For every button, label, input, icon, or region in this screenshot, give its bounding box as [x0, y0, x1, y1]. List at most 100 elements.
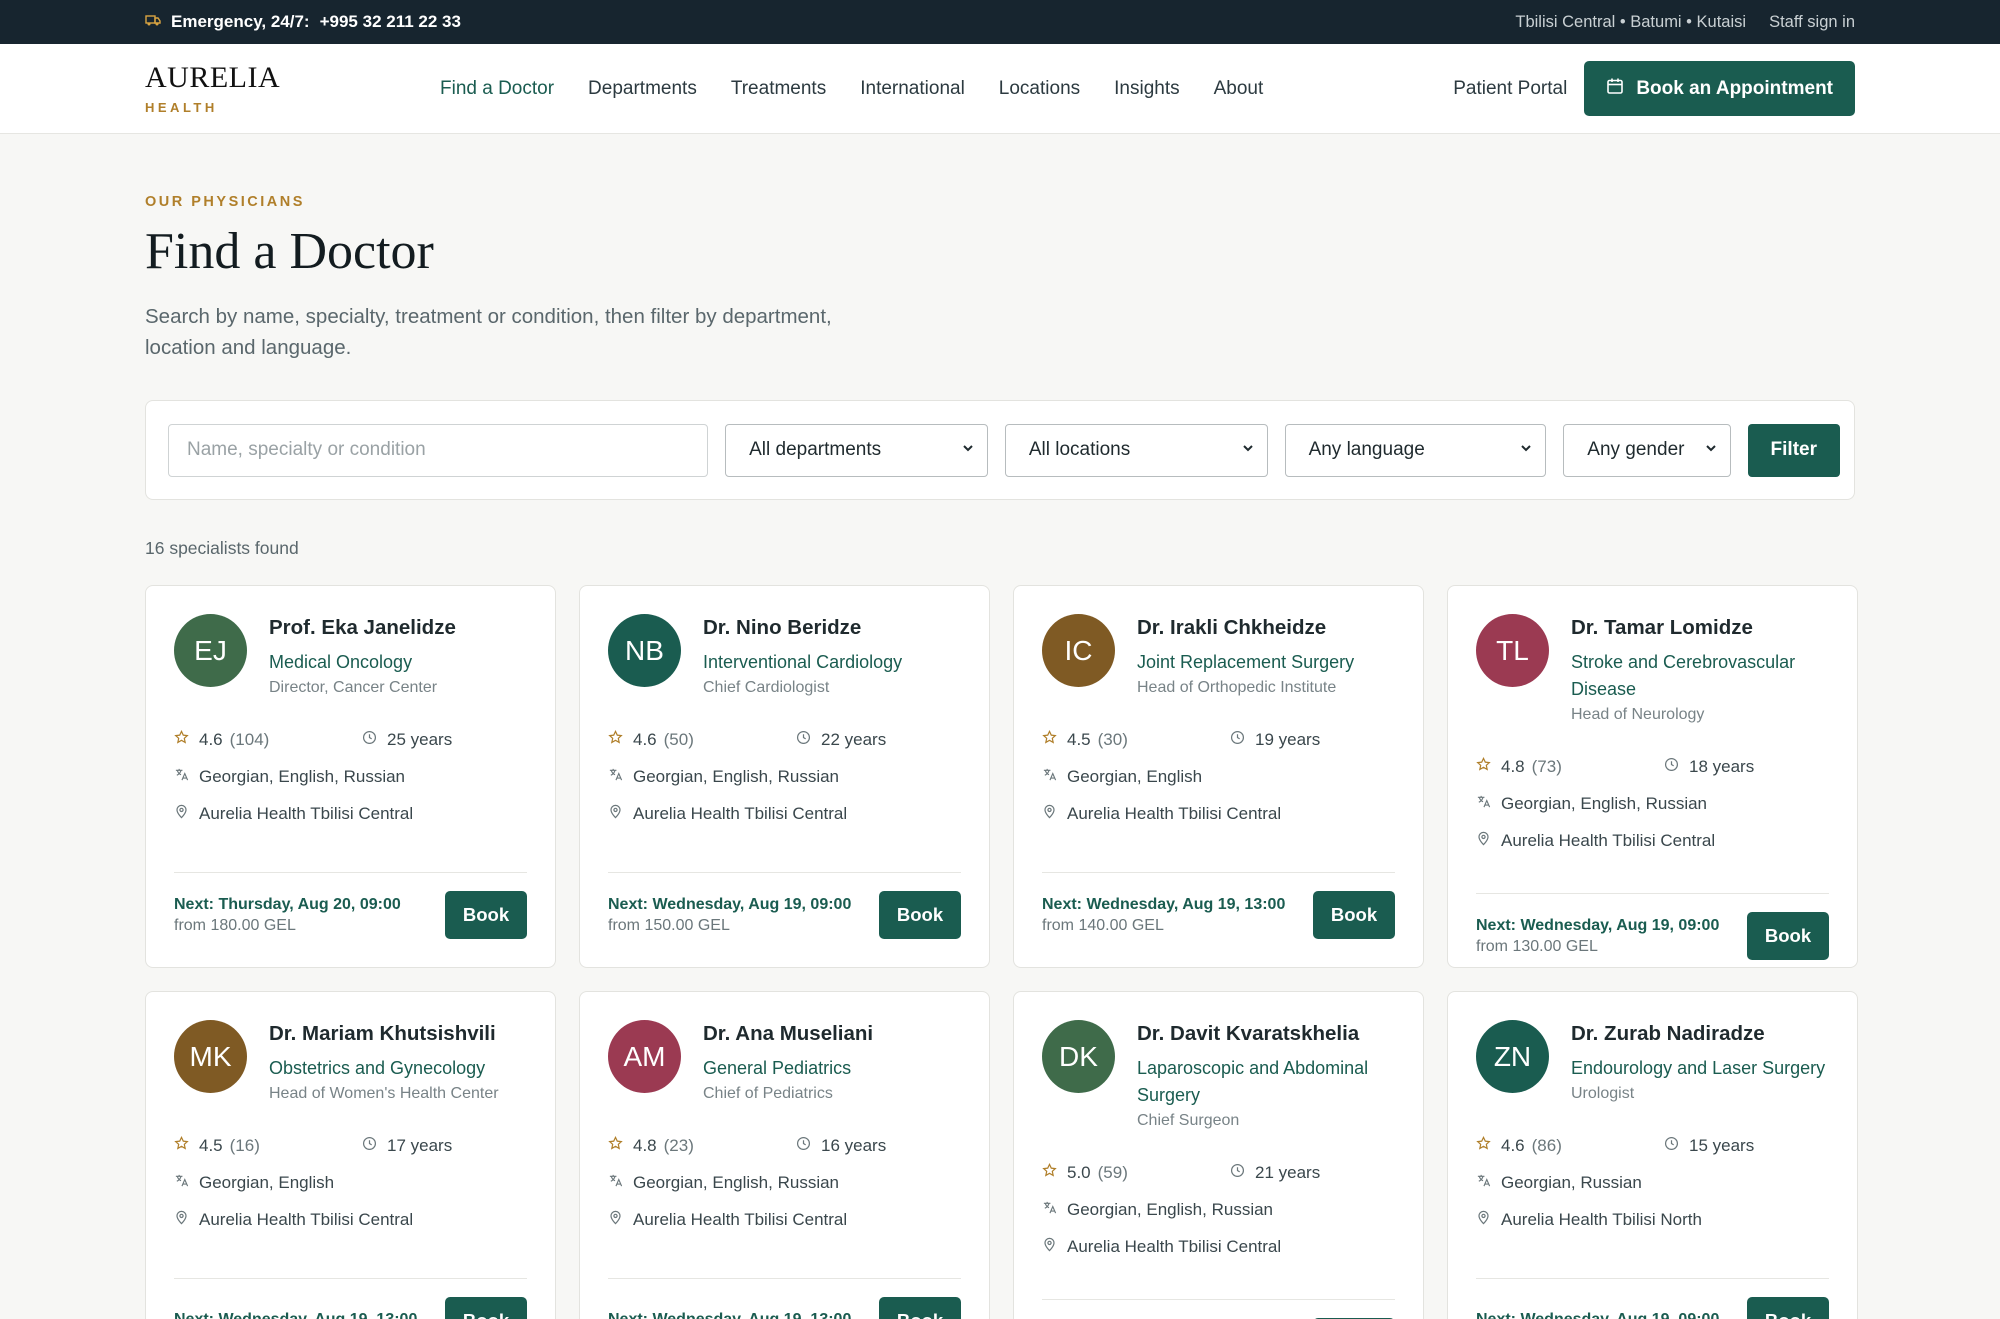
language-select[interactable]: Any language — [1284, 423, 1547, 477]
emergency-info: Emergency, 24/7: +995 32 211 22 33 — [145, 12, 461, 33]
doctor-location: Aurelia Health Tbilisi Central — [1067, 1236, 1282, 1256]
experience: 21 years — [1255, 1162, 1321, 1182]
emergency-label: Emergency, 24/7: — [171, 12, 310, 31]
doctor-specialty: Interventional Cardiology — [703, 652, 903, 672]
avatar-initials: MK — [189, 1040, 232, 1072]
doctor-card[interactable]: TL Dr. Tamar Lomidze Stroke and Cerebrov… — [1447, 585, 1858, 968]
next-availability: Next: Wednesday, Aug 19, 09:00 — [1476, 1310, 1720, 1319]
avatar: AM — [608, 1020, 681, 1093]
avatar: IC — [1042, 614, 1115, 687]
gender-select-value: Any gender — [1587, 439, 1685, 460]
doctor-name[interactable]: Dr. Mariam Khutsishvili — [269, 1022, 499, 1046]
map-pin-icon — [1476, 831, 1501, 851]
doctor-card[interactable]: EJ Prof. Eka Janelidze Medical Oncology … — [145, 585, 556, 968]
nav-locations[interactable]: Locations — [999, 78, 1080, 100]
logo[interactable]: AURELIA HEALTH — [145, 60, 440, 115]
doctor-location: Aurelia Health Tbilisi Central — [199, 1209, 414, 1229]
avatar-initials: AM — [623, 1040, 666, 1072]
staff-sign-in-link[interactable]: Staff sign in — [1769, 13, 1855, 32]
gender-select[interactable]: Any gender — [1563, 423, 1731, 477]
book-button[interactable]: Book — [1747, 1297, 1829, 1319]
page-description: Search by name, specialty, treatment or … — [145, 305, 832, 359]
experience: 17 years — [387, 1135, 453, 1155]
clock-icon — [1664, 1136, 1689, 1156]
locations-list[interactable]: Tbilisi Central • Batumi • Kutaisi — [1515, 13, 1746, 32]
doctor-card[interactable]: ZN Dr. Zurab Nadiradze Endourology and L… — [1447, 991, 1858, 1319]
doctor-name[interactable]: Dr. Irakli Chkheidze — [1137, 616, 1354, 640]
experience: 18 years — [1689, 756, 1755, 776]
main-content: OUR PHYSICIANS Find a Doctor Search by n… — [0, 194, 2000, 1319]
filter-button[interactable]: Filter — [1747, 423, 1840, 477]
emergency-phone[interactable]: +995 32 211 22 33 — [320, 12, 461, 32]
star-icon — [608, 1135, 633, 1156]
avatar: MK — [174, 1020, 247, 1093]
price: from 150.00 GEL — [608, 916, 730, 934]
doctor-role: Chief Cardiologist — [703, 679, 830, 696]
site-header: AURELIA HEALTH Find a Doctor Departments… — [0, 44, 2000, 134]
doctor-card[interactable]: NB Dr. Nino Beridze Interventional Cardi… — [579, 585, 990, 968]
doctor-location: Aurelia Health Tbilisi Central — [633, 1209, 848, 1229]
patient-portal-link[interactable]: Patient Portal — [1453, 78, 1567, 100]
nav-treatments[interactable]: Treatments — [731, 78, 826, 100]
translate-icon — [174, 767, 199, 787]
search-input[interactable]: Name, specialty or condition — [168, 423, 709, 477]
doctor-role: Head of Orthopedic Institute — [1137, 679, 1337, 696]
ambulance-icon — [145, 12, 161, 33]
logo-name: AURELIA — [145, 60, 281, 94]
nav-about[interactable]: About — [1214, 78, 1264, 100]
avatar: ZN — [1476, 1020, 1549, 1093]
languages: Georgian, English — [199, 1172, 335, 1192]
nav-find-a-doctor[interactable]: Find a Doctor — [440, 78, 554, 100]
review-count: (30) — [1097, 729, 1128, 749]
main-nav: Find a Doctor Departments Treatments Int… — [440, 78, 1263, 100]
book-button[interactable]: Book — [1313, 891, 1395, 939]
avatar: DK — [1042, 1020, 1115, 1093]
rating-value: 4.8 — [633, 1135, 657, 1155]
doctor-name[interactable]: Dr. Nino Beridze — [703, 616, 902, 640]
map-pin-icon — [174, 804, 199, 824]
doctor-card[interactable]: MK Dr. Mariam Khutsishvili Obstetrics an… — [145, 991, 556, 1319]
doctor-name[interactable]: Prof. Eka Janelidze — [269, 616, 456, 640]
star-icon — [1476, 1135, 1501, 1156]
book-button[interactable]: Book — [1747, 912, 1829, 960]
doctor-card[interactable]: IC Dr. Irakli Chkheidze Joint Replacemen… — [1013, 585, 1424, 968]
translate-icon — [174, 1173, 199, 1193]
avatar-initials: EJ — [194, 634, 227, 666]
book-button[interactable]: Book — [445, 1297, 527, 1319]
clock-icon — [1230, 730, 1255, 750]
doctor-specialty: Endourology and Laser Surgery — [1571, 1058, 1826, 1078]
next-availability: Next: Wednesday, Aug 19, 13:00 — [608, 1310, 852, 1319]
clock-icon — [1230, 1163, 1255, 1183]
nav-departments[interactable]: Departments — [588, 78, 697, 100]
map-pin-icon — [174, 1210, 199, 1230]
translate-icon — [1042, 1200, 1067, 1220]
review-count: (16) — [229, 1135, 260, 1155]
doctor-name[interactable]: Dr. Zurab Nadiradze — [1571, 1022, 1825, 1046]
doctor-name[interactable]: Dr. Tamar Lomidze — [1571, 616, 1829, 640]
department-select[interactable]: All departments — [725, 423, 988, 477]
book-button[interactable]: Book — [445, 891, 527, 939]
nav-international[interactable]: International — [860, 78, 965, 100]
languages: Georgian, English — [1067, 766, 1203, 786]
book-button[interactable]: Book — [879, 891, 961, 939]
star-icon — [174, 1135, 199, 1156]
doctor-role: Chief Surgeon — [1137, 1112, 1240, 1129]
star-icon — [1476, 756, 1501, 777]
book-button[interactable]: Book — [879, 1297, 961, 1319]
languages: Georgian, English, Russian — [199, 766, 406, 786]
clock-icon — [362, 1136, 387, 1156]
doctor-name[interactable]: Dr. Ana Museliani — [703, 1022, 873, 1046]
doctor-card[interactable]: DK Dr. Davit Kvaratskhelia Laparoscopic … — [1013, 991, 1424, 1319]
book-appointment-button[interactable]: Book an Appointment — [1584, 61, 1855, 116]
doctor-name[interactable]: Dr. Davit Kvaratskhelia — [1137, 1022, 1395, 1046]
avatar: EJ — [174, 614, 247, 687]
location-select[interactable]: All locations — [1004, 423, 1268, 477]
nav-insights[interactable]: Insights — [1114, 78, 1179, 100]
department-select-value: All departments — [749, 439, 882, 460]
review-count: (104) — [229, 729, 270, 749]
avatar: NB — [608, 614, 681, 687]
doctor-card[interactable]: AM Dr. Ana Museliani General Pediatrics … — [579, 991, 990, 1319]
doctor-role: Head of Women's Health Center — [269, 1085, 499, 1102]
top-bar: Emergency, 24/7: +995 32 211 22 33 Tbili… — [0, 0, 2000, 44]
doctor-specialty: Obstetrics and Gynecology — [269, 1058, 486, 1078]
